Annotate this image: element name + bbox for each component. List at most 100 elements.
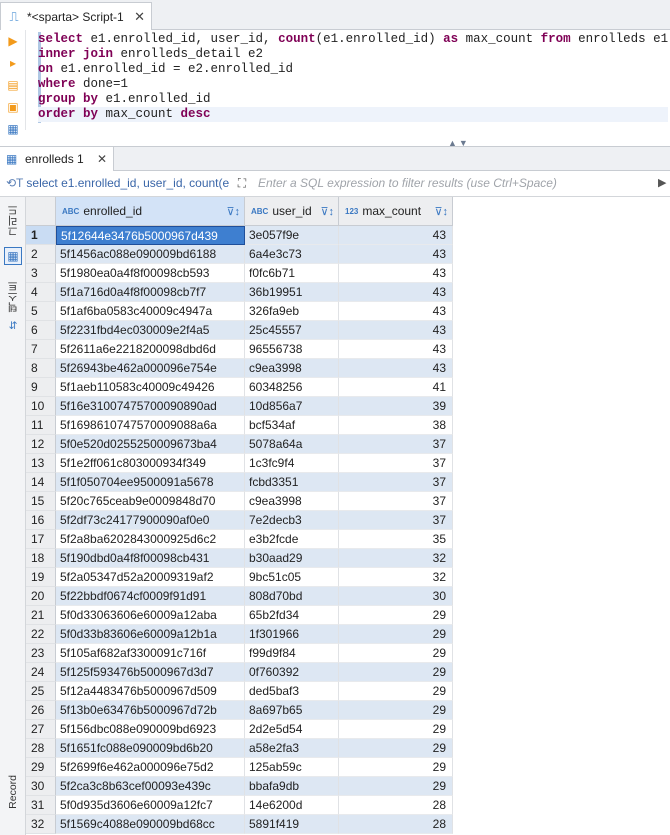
results-tab[interactable]: ▦ enrolleds 1 ✕ bbox=[0, 147, 114, 171]
row-number[interactable]: 18 bbox=[26, 549, 56, 568]
cell-enrolled-id[interactable]: 5f20c765ceab9e0009848d70 bbox=[56, 492, 245, 511]
table-row[interactable]: 32 5f1569c4088e090009bd68cc 5891f419 28 bbox=[26, 815, 670, 834]
row-number[interactable]: 10 bbox=[26, 397, 56, 416]
cell-enrolled-id[interactable]: 5f22bbdf0674cf0009f91d91 bbox=[56, 587, 245, 606]
table-row[interactable]: 11 5f1698610747570009088a6a bcf534af 38 bbox=[26, 416, 670, 435]
cell-max-count[interactable]: 29 bbox=[339, 663, 453, 682]
cell-max-count[interactable]: 43 bbox=[339, 340, 453, 359]
cell-max-count[interactable]: 30 bbox=[339, 587, 453, 606]
table-row[interactable]: 22 5f0d33b83606e60009a12b1a 1f301966 29 bbox=[26, 625, 670, 644]
row-number[interactable]: 6 bbox=[26, 321, 56, 340]
cell-enrolled-id[interactable]: 5f156dbc088e090009bd6923 bbox=[56, 720, 245, 739]
cell-max-count[interactable]: 29 bbox=[339, 758, 453, 777]
cell-max-count[interactable]: 29 bbox=[339, 701, 453, 720]
cell-enrolled-id[interactable]: 5f2a05347d52a20009319af2 bbox=[56, 568, 245, 587]
table-row[interactable]: 2 5f1456ac088e090009bd6188 6a4e3c73 43 bbox=[26, 245, 670, 264]
cell-user-id[interactable]: 0f760392 bbox=[245, 663, 339, 682]
cell-max-count[interactable]: 29 bbox=[339, 644, 453, 663]
cell-user-id[interactable]: b30aad29 bbox=[245, 549, 339, 568]
row-number[interactable]: 15 bbox=[26, 492, 56, 511]
cell-max-count[interactable]: 43 bbox=[339, 321, 453, 340]
cell-user-id[interactable]: 3e057f9e bbox=[245, 226, 339, 245]
cell-enrolled-id[interactable]: 5f2a8ba6202843000925d6c2 bbox=[56, 530, 245, 549]
cell-enrolled-id[interactable]: 5f1af6ba0583c40009c4947a bbox=[56, 302, 245, 321]
cell-user-id[interactable]: fcbd3351 bbox=[245, 473, 339, 492]
filter-input[interactable]: Enter a SQL expression to filter results… bbox=[258, 176, 557, 190]
row-number[interactable]: 11 bbox=[26, 416, 56, 435]
row-number[interactable]: 20 bbox=[26, 587, 56, 606]
table-row[interactable]: 31 5f0d935d3606e60009a12fc7 14e6200d 28 bbox=[26, 796, 670, 815]
cell-user-id[interactable]: 65b2fd34 bbox=[245, 606, 339, 625]
query-text-display[interactable]: ⟲T select e1.enrolled_id, user_id, count(… bbox=[6, 176, 230, 190]
cell-user-id[interactable]: 25c45557 bbox=[245, 321, 339, 340]
execute-statement-icon[interactable]: ▶ bbox=[5, 33, 21, 49]
cell-max-count[interactable]: 29 bbox=[339, 625, 453, 644]
cell-user-id[interactable]: 2d2e5d54 bbox=[245, 720, 339, 739]
table-row[interactable]: 21 5f0d33063606e60009a12aba 65b2fd34 29 bbox=[26, 606, 670, 625]
cell-user-id[interactable]: 14e6200d bbox=[245, 796, 339, 815]
table-row[interactable]: 29 5f2699f6e462a000096e75d2 125ab59c 29 bbox=[26, 758, 670, 777]
cell-user-id[interactable]: e3b2fcde bbox=[245, 530, 339, 549]
cell-user-id[interactable]: a58e2fa3 bbox=[245, 739, 339, 758]
table-row[interactable]: 20 5f22bbdf0674cf0009f91d91 808d70bd 30 bbox=[26, 587, 670, 606]
cell-max-count[interactable]: 43 bbox=[339, 359, 453, 378]
cell-enrolled-id[interactable]: 5f26943be462a000096e754e bbox=[56, 359, 245, 378]
table-row[interactable]: 30 5f2ca3c8b63cef00093e439c bbafa9db 29 bbox=[26, 777, 670, 796]
cell-user-id[interactable]: f0fc6b71 bbox=[245, 264, 339, 283]
cell-enrolled-id[interactable]: 5f12a4483476b5000967d509 bbox=[56, 682, 245, 701]
row-number[interactable]: 26 bbox=[26, 701, 56, 720]
row-number[interactable]: 30 bbox=[26, 777, 56, 796]
cell-max-count[interactable]: 39 bbox=[339, 397, 453, 416]
cell-enrolled-id[interactable]: 5f16e31007475700090890ad bbox=[56, 397, 245, 416]
table-row[interactable]: 7 5f2611a6e2218200098dbd6d 96556738 43 bbox=[26, 340, 670, 359]
cell-enrolled-id[interactable]: 5f0d935d3606e60009a12fc7 bbox=[56, 796, 245, 815]
cell-max-count[interactable]: 32 bbox=[339, 549, 453, 568]
cell-enrolled-id[interactable]: 5f2df73c24177900090af0e0 bbox=[56, 511, 245, 530]
cell-user-id[interactable]: c9ea3998 bbox=[245, 359, 339, 378]
table-row[interactable]: 1 5f12644e3476b5000967d439 3e057f9e 43 bbox=[26, 226, 670, 245]
sql-line[interactable]: select e1.enrolled_id, user_id, count(e1… bbox=[38, 32, 668, 47]
filter-dropdown-icon[interactable]: ▶ bbox=[658, 176, 666, 189]
record-view-toggle[interactable]: Record bbox=[4, 775, 22, 812]
table-row[interactable]: 3 5f1980ea0a4f8f00098cb593 f0fc6b71 43 bbox=[26, 264, 670, 283]
cell-enrolled-id[interactable]: 5f12644e3476b5000967d439 bbox=[56, 226, 245, 245]
row-number[interactable]: 9 bbox=[26, 378, 56, 397]
cell-max-count[interactable]: 43 bbox=[339, 283, 453, 302]
row-number[interactable]: 13 bbox=[26, 454, 56, 473]
text-icon[interactable]: ⇵ bbox=[4, 321, 22, 332]
cell-enrolled-id[interactable]: 5f125f593476b5000967d3d7 bbox=[56, 663, 245, 682]
row-number[interactable]: 17 bbox=[26, 530, 56, 549]
row-number[interactable]: 27 bbox=[26, 720, 56, 739]
table-row[interactable]: 6 5f2231fbd4ec030009e2f4a5 25c45557 43 bbox=[26, 321, 670, 340]
row-number[interactable]: 32 bbox=[26, 815, 56, 834]
table-row[interactable]: 5 5f1af6ba0583c40009c4947a 326fa9eb 43 bbox=[26, 302, 670, 321]
cell-user-id[interactable]: 10d856a7 bbox=[245, 397, 339, 416]
table-row[interactable]: 27 5f156dbc088e090009bd6923 2d2e5d54 29 bbox=[26, 720, 670, 739]
row-number[interactable]: 28 bbox=[26, 739, 56, 758]
table-row[interactable]: 10 5f16e31007475700090890ad 10d856a7 39 bbox=[26, 397, 670, 416]
cell-enrolled-id[interactable]: 5f2231fbd4ec030009e2f4a5 bbox=[56, 321, 245, 340]
sql-code[interactable]: select e1.enrolled_id, user_id, count(e1… bbox=[38, 32, 669, 122]
execute-in-new-tab-icon[interactable]: ▸ bbox=[5, 55, 21, 71]
row-number[interactable]: 21 bbox=[26, 606, 56, 625]
cell-enrolled-id[interactable]: 5f2611a6e2218200098dbd6d bbox=[56, 340, 245, 359]
table-row[interactable]: 18 5f190dbd0a4f8f00098cb431 b30aad29 32 bbox=[26, 549, 670, 568]
row-number[interactable]: 22 bbox=[26, 625, 56, 644]
cell-user-id[interactable]: 5078a64a bbox=[245, 435, 339, 454]
row-number[interactable]: 29 bbox=[26, 758, 56, 777]
cell-max-count[interactable]: 29 bbox=[339, 682, 453, 701]
table-row[interactable]: 26 5f13b0e63476b5000967d72b 8a697b65 29 bbox=[26, 701, 670, 720]
cell-user-id[interactable]: 808d70bd bbox=[245, 587, 339, 606]
cell-user-id[interactable]: 9bc51c05 bbox=[245, 568, 339, 587]
grid-view-toggle[interactable]: 그리드 bbox=[4, 205, 22, 240]
row-number[interactable]: 2 bbox=[26, 245, 56, 264]
cell-max-count[interactable]: 29 bbox=[339, 739, 453, 758]
cell-user-id[interactable]: 7e2decb3 bbox=[245, 511, 339, 530]
cell-enrolled-id[interactable]: 5f105af682af3300091c716f bbox=[56, 644, 245, 663]
table-row[interactable]: 4 5f1a716d0a4f8f00098cb7f7 36b19951 43 bbox=[26, 283, 670, 302]
table-row[interactable]: 23 5f105af682af3300091c716f f99d9f84 29 bbox=[26, 644, 670, 663]
cell-enrolled-id[interactable]: 5f1f050704ee9500091a5678 bbox=[56, 473, 245, 492]
sql-line[interactable]: where done=1 bbox=[38, 77, 668, 92]
cell-max-count[interactable]: 38 bbox=[339, 416, 453, 435]
cell-max-count[interactable]: 43 bbox=[339, 245, 453, 264]
